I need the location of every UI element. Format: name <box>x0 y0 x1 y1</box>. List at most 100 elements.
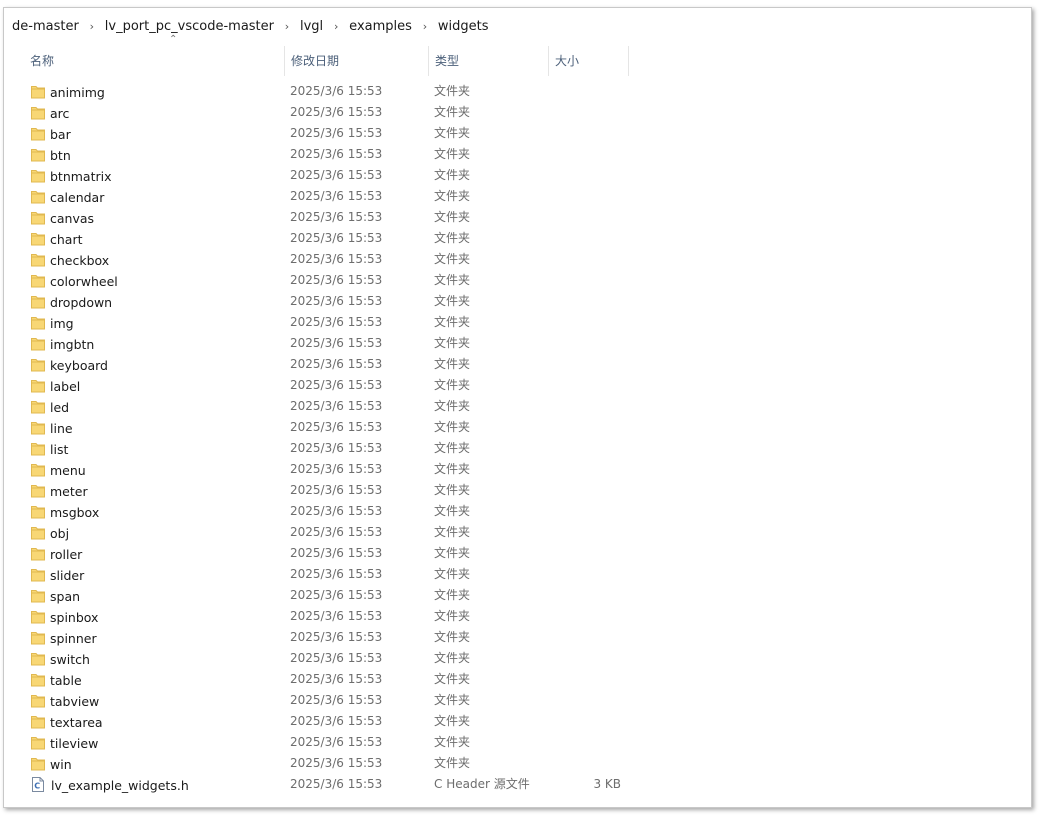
file-row[interactable]: table 2025/3/6 15:53 文件夹 <box>4 669 1031 690</box>
file-row[interactable]: win 2025/3/6 15:53 文件夹 <box>4 753 1031 774</box>
file-row[interactable]: list 2025/3/6 15:53 文件夹 <box>4 438 1031 459</box>
file-name-cell[interactable]: chart <box>31 228 83 250</box>
file-row[interactable]: obj 2025/3/6 15:53 文件夹 <box>4 522 1031 543</box>
file-name-cell[interactable]: textarea <box>31 711 103 733</box>
file-name-cell[interactable]: imgbtn <box>31 333 94 355</box>
file-name-cell[interactable]: menu <box>31 459 86 481</box>
breadcrumb-item[interactable]: lvgl <box>297 19 326 34</box>
file-name-cell[interactable]: tabview <box>31 690 99 712</box>
file-row[interactable]: span 2025/3/6 15:53 文件夹 <box>4 585 1031 606</box>
folder-icon <box>31 189 45 204</box>
file-name-cell[interactable]: roller <box>31 543 82 565</box>
file-row[interactable]: spinbox 2025/3/6 15:53 文件夹 <box>4 606 1031 627</box>
file-name: btnmatrix <box>50 169 112 184</box>
file-date: 2025/3/6 15:53 <box>290 756 383 770</box>
file-row[interactable]: led 2025/3/6 15:53 文件夹 <box>4 396 1031 417</box>
file-name-cell[interactable]: label <box>31 375 80 397</box>
file-row[interactable]: roller 2025/3/6 15:53 文件夹 <box>4 543 1031 564</box>
file-name-cell[interactable]: Clv_example_widgets.h <box>31 774 189 796</box>
file-name-cell[interactable]: spinbox <box>31 606 98 628</box>
file-name-cell[interactable]: table <box>31 669 82 691</box>
file-name-cell[interactable]: msgbox <box>31 501 99 523</box>
breadcrumb-item[interactable]: widgets <box>435 19 492 34</box>
file-name-cell[interactable]: slider <box>31 564 84 586</box>
file-name-cell[interactable]: tileview <box>31 732 98 754</box>
file-name-cell[interactable]: bar <box>31 123 71 145</box>
file-name-cell[interactable]: img <box>31 312 74 334</box>
file-name-cell[interactable]: meter <box>31 480 88 502</box>
file-row[interactable]: slider 2025/3/6 15:53 文件夹 <box>4 564 1031 585</box>
file-row[interactable]: arc 2025/3/6 15:53 文件夹 <box>4 102 1031 123</box>
chevron-right-icon[interactable]: › <box>82 20 102 33</box>
chevron-right-icon[interactable]: › <box>326 20 346 33</box>
file-date: 2025/3/6 15:53 <box>290 714 383 728</box>
file-type: 文件夹 <box>434 609 471 623</box>
file-name-cell[interactable]: btn <box>31 144 71 166</box>
file-type: 文件夹 <box>434 273 471 287</box>
file-row[interactable]: dropdown 2025/3/6 15:53 文件夹 <box>4 291 1031 312</box>
file-row[interactable]: Clv_example_widgets.h 2025/3/6 15:53 C Hea… <box>4 774 1031 795</box>
file-name-cell[interactable]: obj <box>31 522 69 544</box>
file-row[interactable]: animimg 2025/3/6 15:53 文件夹 <box>4 81 1031 102</box>
file-row[interactable]: keyboard 2025/3/6 15:53 文件夹 <box>4 354 1031 375</box>
chevron-right-icon[interactable]: › <box>415 20 435 33</box>
file-name-cell[interactable]: animimg <box>31 81 105 103</box>
file-row[interactable]: checkbox 2025/3/6 15:53 文件夹 <box>4 249 1031 270</box>
file-name-cell[interactable]: btnmatrix <box>31 165 112 187</box>
file-name: spinbox <box>50 610 99 625</box>
file-name-cell[interactable]: dropdown <box>31 291 112 313</box>
file-date: 2025/3/6 15:53 <box>290 294 383 308</box>
file-row[interactable]: calendar 2025/3/6 15:53 文件夹 <box>4 186 1031 207</box>
file-row[interactable]: btnmatrix 2025/3/6 15:53 文件夹 <box>4 165 1031 186</box>
chevron-right-icon[interactable]: › <box>277 20 297 33</box>
file-name-cell[interactable]: calendar <box>31 186 104 208</box>
file-name-cell[interactable]: spinner <box>31 627 97 649</box>
file-row[interactable]: spinner 2025/3/6 15:53 文件夹 <box>4 627 1031 648</box>
file-name-cell[interactable]: colorwheel <box>31 270 118 292</box>
file-name-cell[interactable]: canvas <box>31 207 94 229</box>
file-date: 2025/3/6 15:53 <box>290 630 383 644</box>
file-row[interactable]: line 2025/3/6 15:53 文件夹 <box>4 417 1031 438</box>
file-name-cell[interactable]: line <box>31 417 73 439</box>
file-name-cell[interactable]: led <box>31 396 69 418</box>
file-name-cell[interactable]: span <box>31 585 80 607</box>
column-header-type[interactable]: 类型 <box>429 46 549 76</box>
column-header-date[interactable]: 修改日期 <box>285 46 429 76</box>
file-type: 文件夹 <box>434 168 471 182</box>
file-row[interactable]: switch 2025/3/6 15:53 文件夹 <box>4 648 1031 669</box>
file-row[interactable]: imgbtn 2025/3/6 15:53 文件夹 <box>4 333 1031 354</box>
folder-icon <box>31 672 45 687</box>
file-name-cell[interactable]: arc <box>31 102 69 124</box>
file-type: 文件夹 <box>434 462 471 476</box>
file-size: 3 KB <box>593 777 621 791</box>
file-row[interactable]: img 2025/3/6 15:53 文件夹 <box>4 312 1031 333</box>
file-name-cell[interactable]: keyboard <box>31 354 108 376</box>
breadcrumb-item[interactable]: examples <box>346 19 415 34</box>
file-row[interactable]: textarea 2025/3/6 15:53 文件夹 <box>4 711 1031 732</box>
file-row[interactable]: msgbox 2025/3/6 15:53 文件夹 <box>4 501 1031 522</box>
file-name-cell[interactable]: list <box>31 438 68 460</box>
file-row[interactable]: tileview 2025/3/6 15:53 文件夹 <box>4 732 1031 753</box>
column-header-name[interactable]: ⌃ 名称 <box>24 35 285 76</box>
file-type: 文件夹 <box>434 756 471 770</box>
file-row[interactable]: bar 2025/3/6 15:53 文件夹 <box>4 123 1031 144</box>
file-name: animimg <box>50 85 105 100</box>
file-row[interactable]: meter 2025/3/6 15:53 文件夹 <box>4 480 1031 501</box>
column-header-size[interactable]: 大小 <box>549 46 629 76</box>
file-row[interactable]: menu 2025/3/6 15:53 文件夹 <box>4 459 1031 480</box>
file-type: 文件夹 <box>434 630 471 644</box>
file-name-cell[interactable]: checkbox <box>31 249 109 271</box>
breadcrumb-item[interactable]: lv_port_pc_vscode-master <box>102 19 277 34</box>
breadcrumb-item[interactable]: de-master <box>9 19 82 34</box>
file-row[interactable]: colorwheel 2025/3/6 15:53 文件夹 <box>4 270 1031 291</box>
file-name-cell[interactable]: win <box>31 753 72 775</box>
file-name: switch <box>50 652 90 667</box>
file-row[interactable]: tabview 2025/3/6 15:53 文件夹 <box>4 690 1031 711</box>
file-row[interactable]: btn 2025/3/6 15:53 文件夹 <box>4 144 1031 165</box>
file-name-cell[interactable]: switch <box>31 648 90 670</box>
file-row[interactable]: label 2025/3/6 15:53 文件夹 <box>4 375 1031 396</box>
file-row[interactable]: canvas 2025/3/6 15:53 文件夹 <box>4 207 1031 228</box>
column-header-name-label: 名称 <box>30 54 55 68</box>
file-row[interactable]: chart 2025/3/6 15:53 文件夹 <box>4 228 1031 249</box>
column-header-bar: ⌃ 名称 修改日期 类型 大小 <box>4 35 1031 76</box>
